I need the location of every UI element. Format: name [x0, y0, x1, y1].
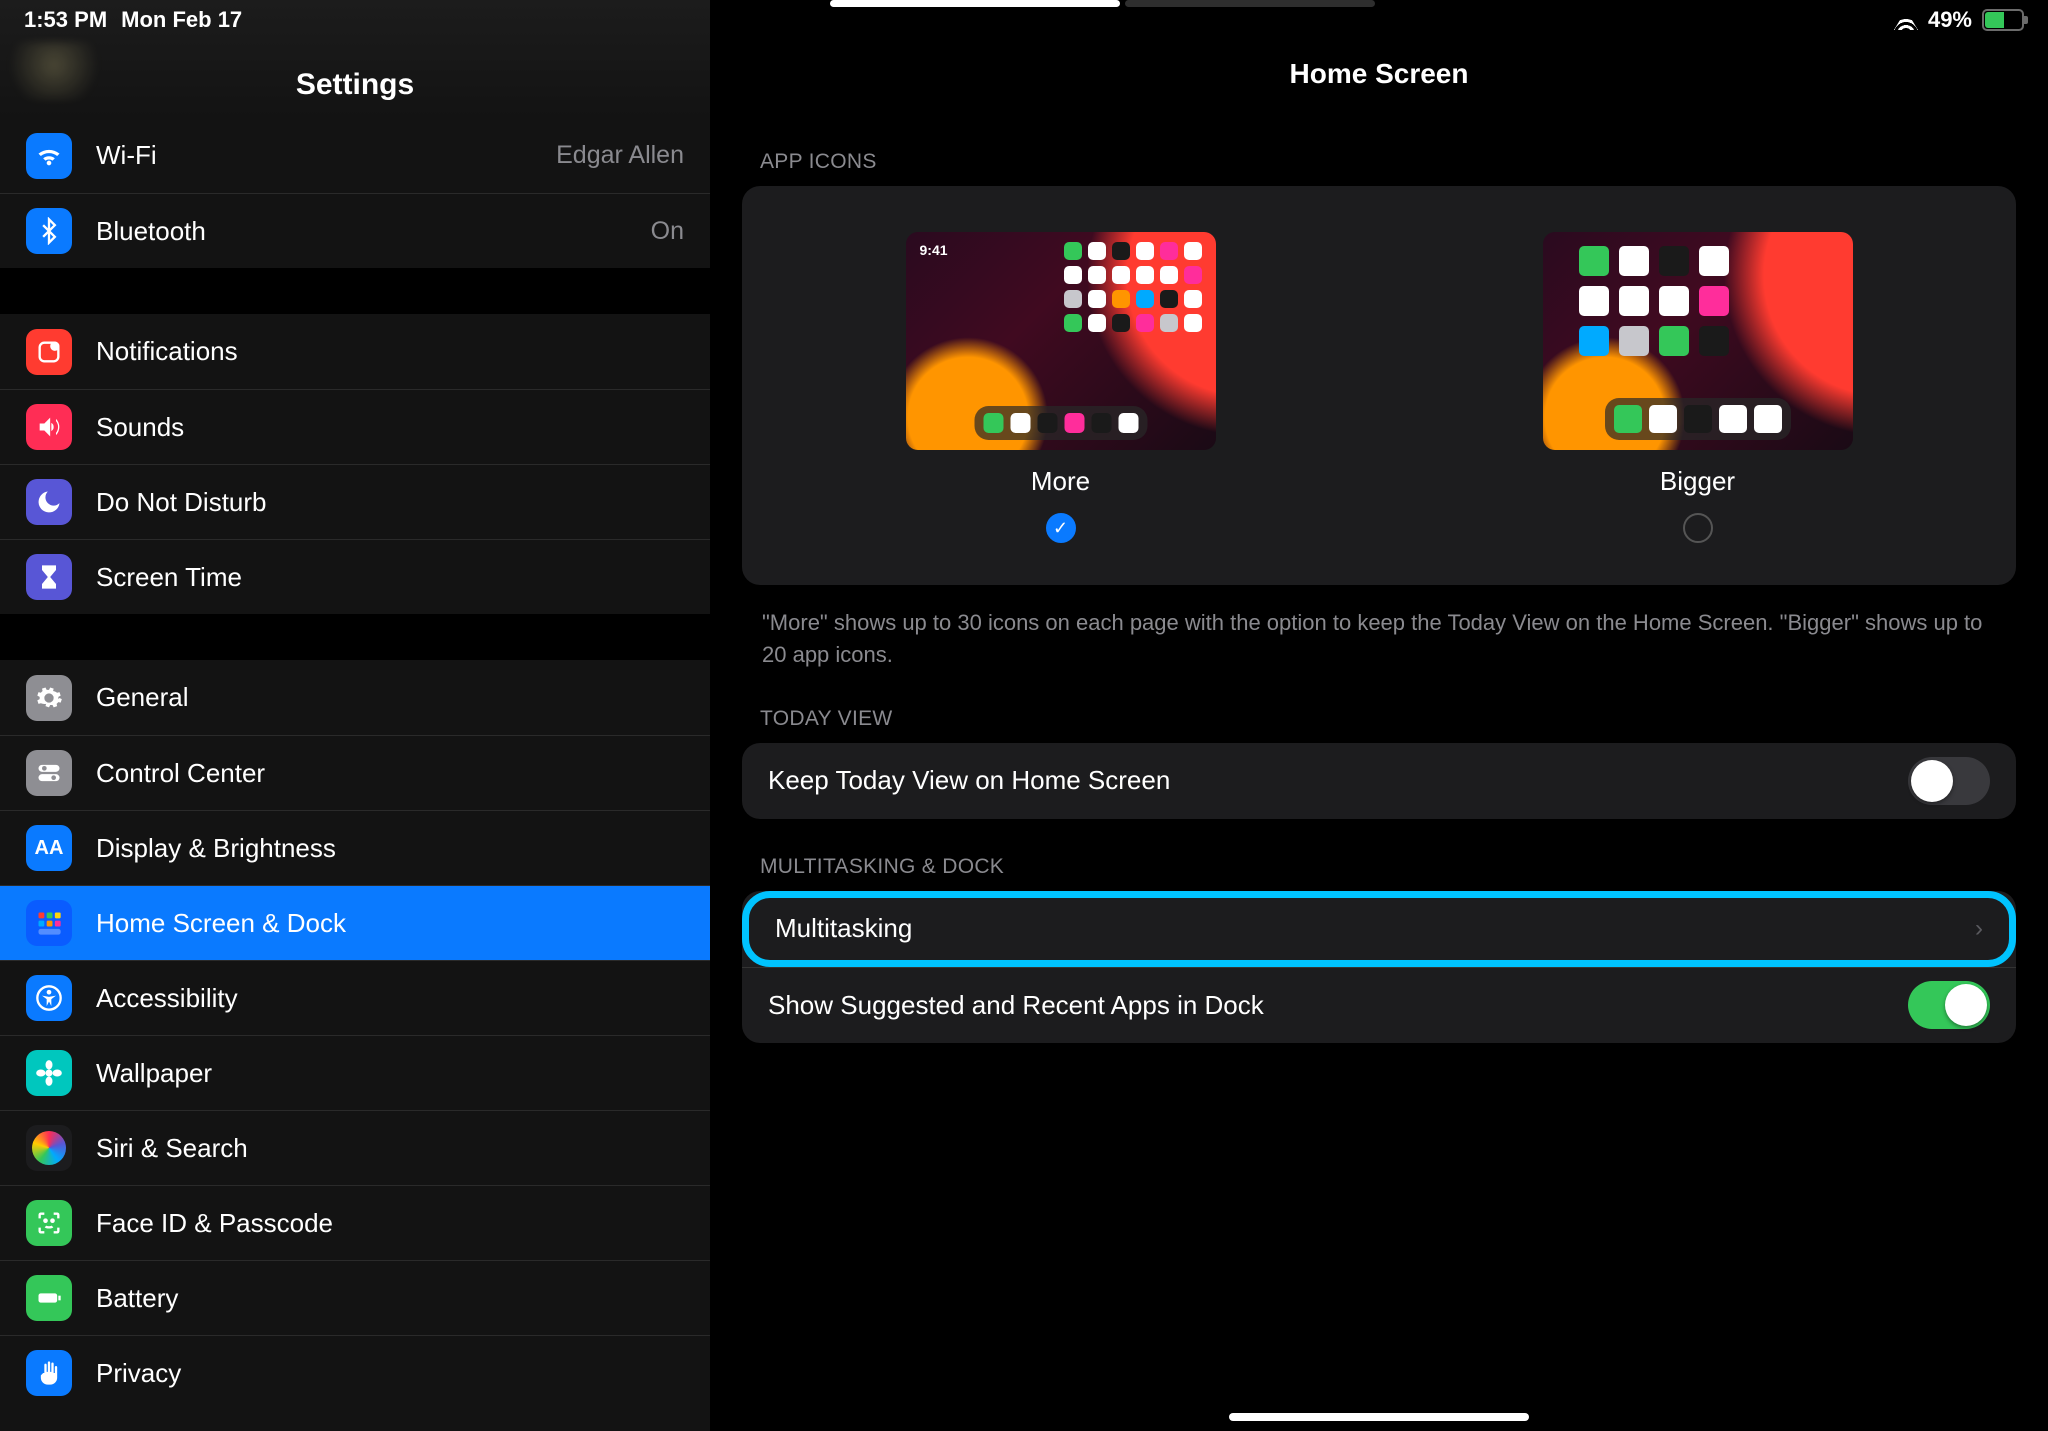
hand-icon	[26, 1350, 72, 1396]
settings-sidebar: Settings Wi-Fi Edgar Allen Bluetooth On …	[0, 0, 710, 1431]
sidebar-item-label: Screen Time	[96, 562, 684, 593]
sidebar-item-label: Bluetooth	[96, 216, 651, 247]
sidebar-item-label: Wallpaper	[96, 1058, 684, 1089]
sidebar-item-display[interactable]: AA Display & Brightness	[0, 810, 710, 885]
sidebar-item-label: Do Not Disturb	[96, 487, 684, 518]
row-label: Keep Today View on Home Screen	[768, 765, 1908, 796]
sidebar-item-label: Face ID & Passcode	[96, 1208, 684, 1239]
sidebar-item-label: Display & Brightness	[96, 833, 684, 864]
moon-icon	[26, 479, 72, 525]
sidebar-item-homescreen[interactable]: Home Screen & Dock	[0, 885, 710, 960]
sidebar-item-label: Privacy	[96, 1358, 684, 1389]
sidebar-item-siri[interactable]: Siri & Search	[0, 1110, 710, 1185]
battery-icon	[1982, 9, 2024, 31]
row-label: Show Suggested and Recent Apps in Dock	[768, 990, 1908, 1021]
wifi-icon	[26, 133, 72, 179]
sidebar-item-label: Sounds	[96, 412, 684, 443]
notifications-icon	[26, 329, 72, 375]
sidebar-item-label: Control Center	[96, 758, 684, 789]
sidebar-item-privacy[interactable]: Privacy	[0, 1335, 710, 1410]
row-keep-today-view[interactable]: Keep Today View on Home Screen	[742, 743, 2016, 819]
sidebar-item-label: Battery	[96, 1283, 684, 1314]
accessibility-icon	[26, 975, 72, 1021]
section-header-appicons: APP ICONS	[760, 150, 2048, 174]
status-battery-pct: 49%	[1928, 7, 1972, 33]
sidebar-item-sounds[interactable]: Sounds	[0, 389, 710, 464]
app-icons-footnote: "More" shows up to 30 icons on each page…	[762, 607, 1996, 671]
sidebar-item-dnd[interactable]: Do Not Disturb	[0, 464, 710, 539]
multidock-panel: Multitasking › Show Suggested and Recent…	[742, 891, 2016, 1043]
row-label: Multitasking	[775, 913, 1975, 944]
sidebar-item-label: General	[96, 682, 684, 713]
section-header-multidock: MULTITASKING & DOCK	[760, 855, 2048, 879]
status-bar: 1:53 PM Mon Feb 17 49%	[0, 0, 2048, 40]
sidebar-item-wifi[interactable]: Wi-Fi Edgar Allen	[0, 118, 710, 193]
option-more-label: More	[1031, 466, 1090, 497]
sidebar-item-label: Home Screen & Dock	[96, 908, 684, 939]
sidebar-item-battery[interactable]: Battery	[0, 1260, 710, 1335]
row-suggested-apps[interactable]: Show Suggested and Recent Apps in Dock	[742, 967, 2016, 1043]
bluetooth-icon	[26, 208, 72, 254]
wifi-icon	[1894, 10, 1918, 30]
gear-icon	[26, 675, 72, 721]
sidebar-item-label: Notifications	[96, 336, 684, 367]
status-time: 1:53 PM	[24, 7, 107, 33]
sounds-icon	[26, 404, 72, 450]
option-more[interactable]: 9:41 More ✓	[782, 232, 1339, 543]
homescreen-thumb-bigger	[1543, 232, 1853, 450]
toggles-icon	[26, 750, 72, 796]
today-view-panel: Keep Today View on Home Screen	[742, 743, 2016, 819]
chevron-right-icon: ›	[1975, 915, 1983, 943]
sidebar-item-screentime[interactable]: Screen Time	[0, 539, 710, 614]
status-date: Mon Feb 17	[121, 7, 242, 33]
radio-checked-icon[interactable]: ✓	[1046, 513, 1076, 543]
flower-icon	[26, 1050, 72, 1096]
sidebar-item-wallpaper[interactable]: Wallpaper	[0, 1035, 710, 1110]
hourglass-icon	[26, 554, 72, 600]
faceid-icon	[26, 1200, 72, 1246]
home-indicator[interactable]	[1229, 1413, 1529, 1421]
option-bigger[interactable]: Bigger	[1419, 232, 1976, 543]
detail-pane: Home Screen APP ICONS 9:41 More ✓	[710, 0, 2048, 1431]
battery-icon	[26, 1275, 72, 1321]
sidebar-item-detail: On	[651, 217, 684, 246]
text-size-icon: AA	[26, 825, 72, 871]
sidebar-item-label: Siri & Search	[96, 1133, 684, 1164]
switch-today-view[interactable]	[1908, 757, 1990, 805]
radio-unchecked-icon[interactable]	[1683, 513, 1713, 543]
option-bigger-label: Bigger	[1660, 466, 1735, 497]
sidebar-item-notifications[interactable]: Notifications	[0, 314, 710, 389]
sidebar-item-controlcenter[interactable]: Control Center	[0, 735, 710, 810]
sidebar-item-general[interactable]: General	[0, 660, 710, 735]
sidebar-item-bluetooth[interactable]: Bluetooth On	[0, 193, 710, 268]
sidebar-item-label: Accessibility	[96, 983, 684, 1014]
app-grid-icon	[26, 900, 72, 946]
sidebar-item-accessibility[interactable]: Accessibility	[0, 960, 710, 1035]
sidebar-item-faceid[interactable]: Face ID & Passcode	[0, 1185, 710, 1260]
sidebar-item-detail: Edgar Allen	[556, 141, 684, 170]
section-header-today: TODAY VIEW	[760, 707, 2048, 731]
siri-icon	[26, 1125, 72, 1171]
switch-suggested-apps[interactable]	[1908, 981, 1990, 1029]
sidebar-item-label: Wi-Fi	[96, 140, 556, 171]
homescreen-thumb-more: 9:41	[906, 232, 1216, 450]
app-icons-panel: 9:41 More ✓ Bigger	[742, 186, 2016, 585]
row-multitasking[interactable]: Multitasking ›	[742, 891, 2016, 967]
